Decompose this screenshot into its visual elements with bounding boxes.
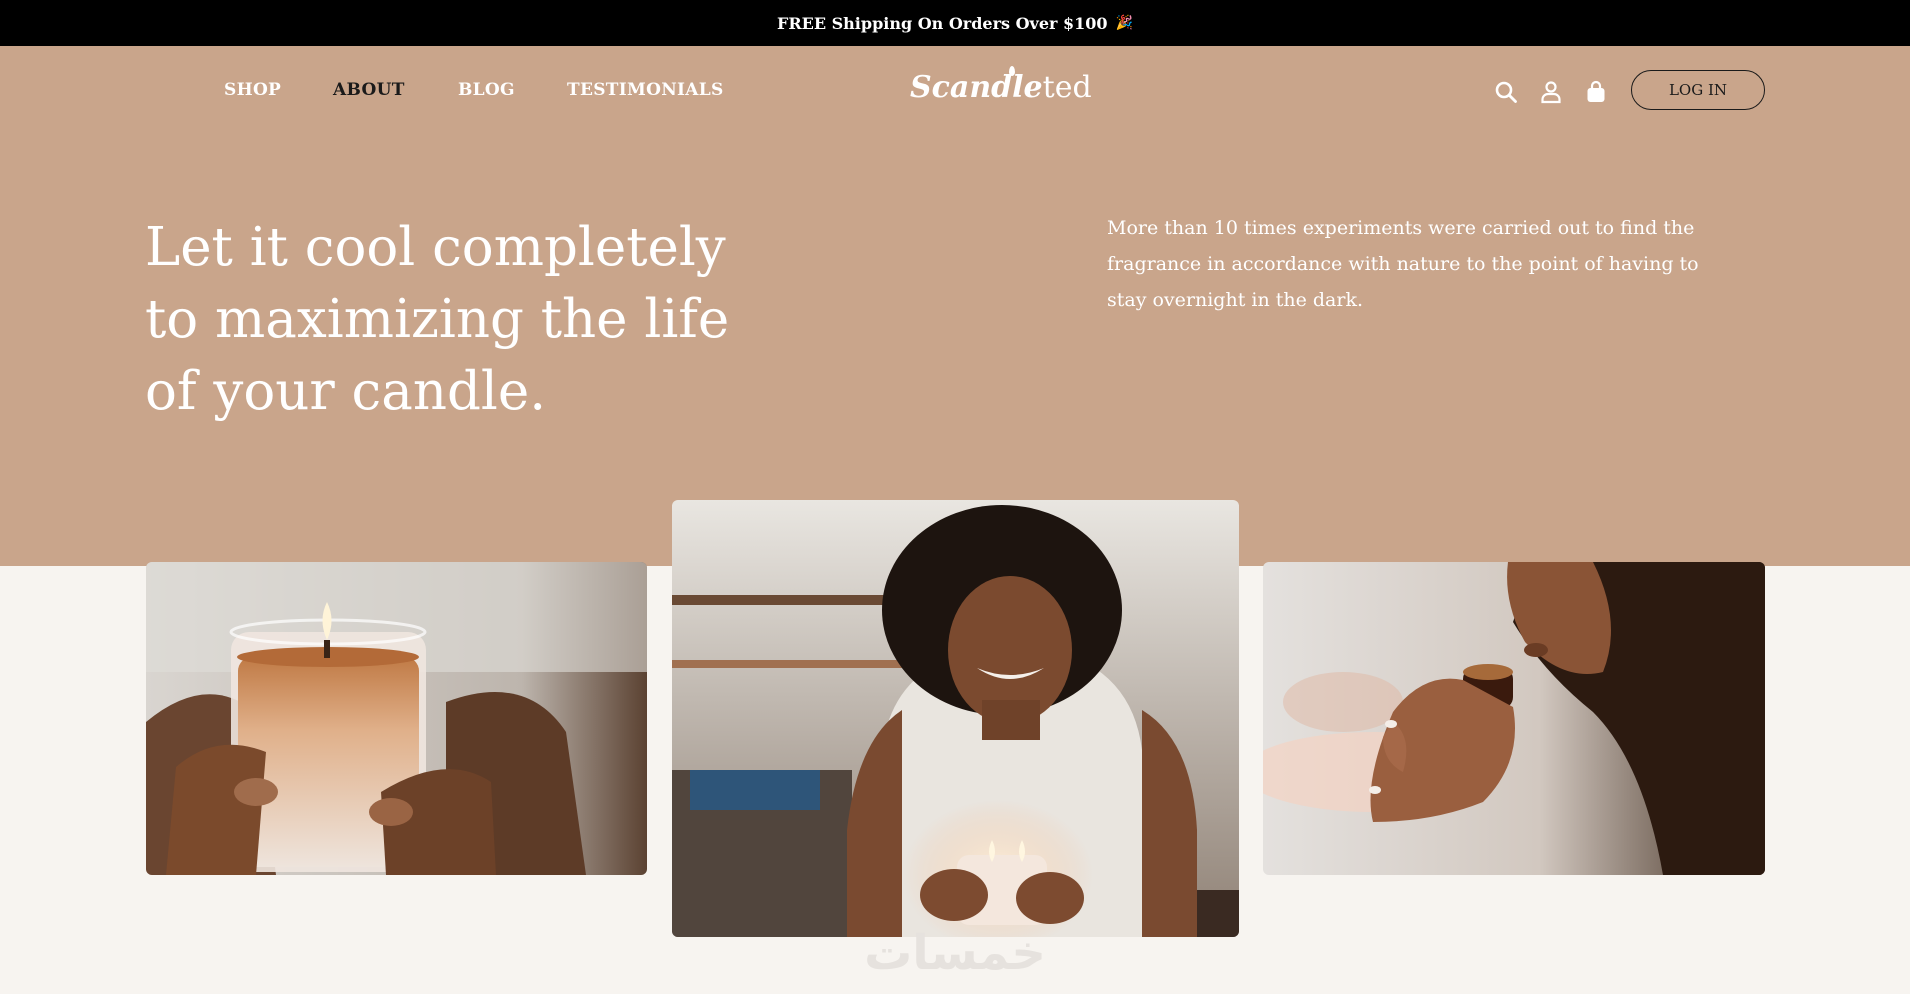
- main-navigation: SHOP ABOUT BLOG TESTIMONIALS Scandleted …: [0, 46, 1910, 134]
- announcement-bar: FREE Shipping On Orders Over $100 🎉: [0, 0, 1910, 46]
- user-icon[interactable]: [1537, 78, 1565, 106]
- candle-in-hands-image: [146, 562, 647, 875]
- watermark-logo: خمسات: [864, 925, 1046, 981]
- hero-intro-text: More than 10 times experiments were carr…: [1107, 217, 1699, 311]
- nav-link-blog[interactable]: BLOG: [458, 80, 515, 100]
- brand-logo[interactable]: Scandleted: [910, 66, 1092, 105]
- nav-link-shop[interactable]: SHOP: [224, 80, 281, 100]
- announcement-text: FREE Shipping On Orders Over $100: [777, 13, 1108, 33]
- nav-link-testimonials[interactable]: TESTIMONIALS: [567, 80, 724, 100]
- woman-with-candle-image: [672, 500, 1239, 937]
- nav-link-about[interactable]: ABOUT: [333, 80, 405, 100]
- logo-script-part: Scandle: [910, 70, 1043, 105]
- logo-rest-part: ted: [1042, 70, 1092, 105]
- woman-smelling-candle-image: [1263, 562, 1765, 875]
- hero-headline: Let it cool completely to maximizing the…: [145, 217, 730, 422]
- search-icon[interactable]: [1492, 78, 1520, 106]
- party-emoji-icon: 🎉: [1115, 15, 1133, 31]
- login-button[interactable]: LOG IN: [1631, 70, 1765, 110]
- flame-icon: [1009, 66, 1015, 76]
- bag-icon[interactable]: [1582, 78, 1610, 106]
